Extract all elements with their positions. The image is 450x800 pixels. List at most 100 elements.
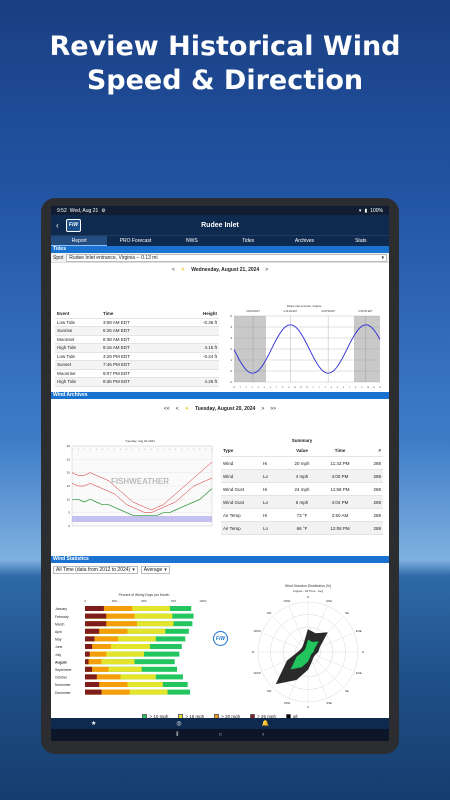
tide-date-nav: < ☀ Wednesday, August 21, 2024 > (51, 263, 389, 277)
bar-segment (85, 659, 89, 665)
status-date: Wed, Aug 21 (69, 207, 99, 214)
table-row: Moonset 8:38 AM EDT (55, 336, 219, 344)
bottom-nav: ★ ◎ 🔔 (51, 718, 389, 729)
table-cell: Wind (223, 473, 234, 479)
table-cell: 9:07 PM EDT (103, 370, 131, 376)
page-title: Rudee Inlet (201, 221, 239, 229)
table-cell: 4.25 ft (204, 379, 217, 385)
table-cell: 9:16 AM EDT (103, 345, 130, 351)
table-cell: 288 (373, 512, 381, 518)
direction-label: W (252, 650, 255, 654)
direction-label: SW (267, 689, 272, 693)
aggregate-select[interactable]: Average ▾ (140, 565, 170, 574)
chart-title: Rudee Inlet entrance, Virginia (287, 304, 322, 308)
spot-value: Rudee Inlet entrance, Virginia -- 0.13 m… (69, 254, 158, 261)
table-row: Air Temp Lo 66 °F 12:08 PM 288 (221, 522, 383, 535)
home-icon[interactable]: ○ (219, 732, 223, 738)
table-cell: 9:36 PM EDT (103, 379, 131, 385)
chart-title: Wind Direction Distribution (%) (285, 584, 331, 588)
range-select[interactable]: All Time (data from 2012 to 2024) ▾ (53, 565, 138, 574)
direction-label: NW (267, 611, 272, 615)
month-label: April (55, 630, 62, 634)
tides-section-header: Tides (51, 246, 389, 253)
month-label: November (55, 683, 72, 687)
table-cell: 288 (373, 473, 381, 479)
table-cell: 4:00 PM (331, 473, 349, 479)
bell-icon[interactable]: 🔔 (262, 720, 269, 727)
tide-annotation: 3:08 AM EDT (246, 310, 260, 313)
table-cell: 5 mph (295, 499, 309, 505)
table-cell: 7:46 PM EDT (103, 362, 131, 368)
promo-headline: Review Historical Wind Speed & Direction (0, 30, 450, 98)
star-icon[interactable]: ★ (91, 720, 96, 727)
spot-label: Spot (53, 254, 64, 261)
tab-nws[interactable]: NWS (164, 236, 220, 246)
chart-title: Percent of Windy Days per Month (119, 593, 170, 597)
range-value: All Time (data from 2012 to 2024) (56, 566, 131, 573)
first-day-button[interactable]: << (164, 406, 170, 412)
y-tick-label: -1 (229, 380, 232, 384)
prev-day-button-2[interactable]: < (176, 406, 179, 412)
month-label: June (55, 645, 62, 649)
table-cell: 4:04 PM (331, 499, 349, 505)
wind-statistics-header: Wind Statistics (51, 556, 389, 563)
table-cell: Moonset (57, 336, 75, 342)
status-bar: 9:52 Wed, Aug 21 ⚙ ▾ ▮ 100% (51, 206, 389, 215)
direction-label: SSW (284, 701, 291, 705)
month-label: May (55, 638, 62, 642)
battery-level: 100% (370, 207, 383, 214)
table-cell: Sunrise (57, 328, 73, 334)
windy-days-bar-chart: Percent of Windy Days per Month 0 25% 50% 75… (55, 593, 207, 695)
next-day-button-2[interactable]: > (261, 406, 264, 412)
wind-summary-table: Summary Type Value Time # Wind Hi 20 mph 11… (221, 438, 383, 535)
last-day-button[interactable]: >> (270, 406, 276, 412)
table-row: Low Tide 3:29 PM EDT -0.24 ft (55, 353, 219, 361)
next-day-button[interactable]: > (265, 267, 268, 273)
tab-tides[interactable]: Tides (220, 236, 276, 246)
chart-title: Tuesday, Aug 20 2024 (125, 439, 155, 443)
y-tick-label: 30 (67, 444, 71, 448)
bar-segment (85, 674, 97, 680)
table-cell: Wind (223, 460, 234, 466)
table-row: Low Tide 3:08 AM EDT -0.36 ft (55, 319, 219, 327)
system-nav: ⦀ ○ ‹ (51, 729, 389, 741)
sun-icon-2: ☀ (184, 406, 190, 412)
bar-segment (85, 621, 107, 627)
bar-segment (85, 682, 100, 687)
table-cell: 11:58 PM (330, 486, 350, 492)
app-screen: 9:52 Wed, Aug 21 ⚙ ▾ ▮ 100% ‹ FiW Rudee … (51, 206, 389, 741)
back-icon[interactable]: ‹ (262, 732, 264, 738)
table-cell: Lo (263, 525, 269, 531)
tab-archives[interactable]: Archives (276, 236, 332, 246)
x-tick-label: 75% (171, 599, 177, 603)
table-row: Sunset 7:46 PM EDT (55, 361, 219, 370)
table-cell: Low Tide (57, 353, 76, 359)
table-cell: 4.15 ft (204, 345, 217, 351)
bar-segment (85, 689, 102, 695)
spot-select[interactable]: Rudee Inlet entrance, Virginia -- 0.13 m… (66, 253, 387, 262)
table-cell: Lo (263, 499, 269, 505)
location-icon[interactable]: ◎ (176, 720, 181, 727)
chart-subtitle: August - All Time - Avg (293, 589, 323, 593)
archive-date: Tuesday, August 20, 2024 (195, 406, 256, 412)
table-cell: 288 (373, 525, 381, 531)
tab-report[interactable]: Report (51, 236, 108, 246)
month-label: August (55, 660, 68, 664)
month-label: September (55, 668, 72, 672)
stats-filter-row: All Time (data from 2012 to 2024) ▾ Avera… (51, 564, 389, 575)
direction-label: SE (345, 689, 349, 693)
direction-label: SSE (326, 701, 332, 705)
tab-pro-forecast[interactable]: PRO Forecast (107, 236, 163, 246)
prev-day-button[interactable]: < (172, 267, 175, 273)
table-cell: Moonrise (57, 370, 76, 376)
wind-rose-chart: Wind Direction Distribution (%)August - … (252, 584, 364, 708)
back-arrow-icon[interactable]: ‹ (56, 221, 66, 230)
table-cell: 3:29 PM EDT (103, 353, 131, 359)
watermark: FISHWEATHER (111, 477, 169, 486)
y-tick-label: 15 (67, 484, 71, 488)
recents-icon[interactable]: ⦀ (176, 732, 179, 739)
tab-stats[interactable]: Stats (333, 236, 389, 246)
table-cell: 20 mph (294, 460, 310, 466)
chevron-down-icon: ▾ (381, 254, 384, 261)
bar-segment (85, 636, 95, 642)
